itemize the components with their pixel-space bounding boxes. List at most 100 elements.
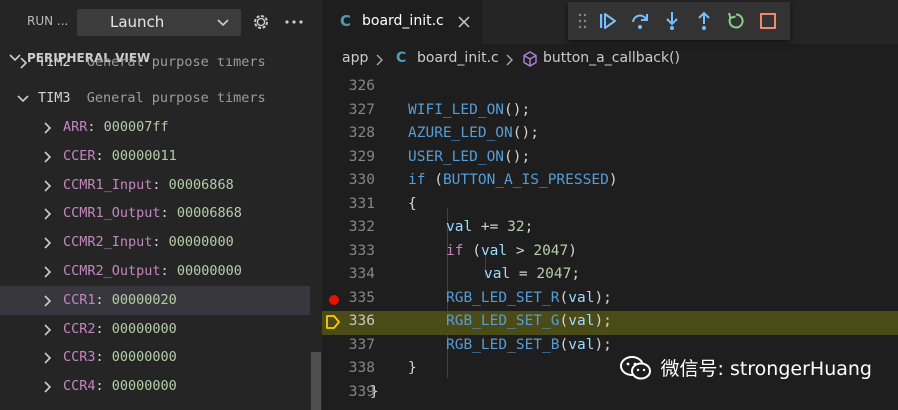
register-value: 000007ff bbox=[103, 119, 169, 135]
breadcrumb: app C board_init.c button_a_callback() bbox=[322, 44, 898, 74]
breadcrumb-folder[interactable]: app bbox=[342, 50, 368, 66]
line-number: 333 bbox=[348, 242, 375, 259]
breadcrumb-file[interactable]: board_init.c bbox=[417, 50, 499, 66]
code-line[interactable]: 329 USER_LED_ON(); bbox=[322, 147, 898, 171]
restart-icon[interactable] bbox=[726, 11, 746, 31]
code-text: val = 2047; bbox=[484, 266, 580, 282]
register-sep: : bbox=[87, 119, 104, 135]
chevron-right-icon bbox=[20, 58, 28, 69]
wechat-logo-icon bbox=[619, 355, 651, 379]
tree-item-tim3[interactable]: TIM3 General purpose timers bbox=[0, 84, 310, 113]
register-sep: : bbox=[152, 176, 169, 193]
code-line[interactable]: 336 RGB_LED_SET_G(val); bbox=[322, 311, 898, 335]
code-token: val bbox=[446, 219, 473, 235]
register-row[interactable]: CCR1: 00000020 bbox=[0, 285, 310, 315]
code-line[interactable]: 330 if (BUTTON_A_IS_PRESSED) bbox=[322, 170, 898, 194]
code-line[interactable]: 326 bbox=[322, 76, 898, 100]
chevron-right-icon bbox=[506, 54, 513, 66]
launch-config-select[interactable]: Launch bbox=[77, 9, 241, 36]
tab-label: board_init.c bbox=[362, 13, 444, 29]
code-token: ( bbox=[559, 289, 569, 306]
line-number: 335 bbox=[348, 289, 375, 306]
step-into-icon[interactable] bbox=[662, 11, 682, 31]
code-text: val += 32; bbox=[446, 219, 533, 235]
code-token: (); bbox=[504, 101, 531, 118]
register-value: 00000011 bbox=[111, 147, 177, 164]
chevron-right-icon bbox=[44, 208, 52, 220]
code-token: ( bbox=[463, 242, 481, 259]
chevron-down-icon bbox=[17, 95, 29, 103]
chevron-right-icon bbox=[44, 266, 52, 278]
line-number: 329 bbox=[348, 148, 375, 165]
register-name: CCR2 bbox=[63, 320, 96, 337]
register-sep: : bbox=[160, 205, 177, 222]
code-token: ( bbox=[559, 336, 569, 353]
line-number: 327 bbox=[348, 101, 375, 118]
code-line[interactable]: 339} bbox=[322, 382, 898, 406]
register-row[interactable]: CCMR1_Input: 00006868 bbox=[0, 171, 310, 200]
register-value: 00000020 bbox=[111, 291, 177, 308]
register-value: 00006868 bbox=[176, 205, 242, 222]
register-row[interactable]: ARR: 000007ff bbox=[0, 113, 310, 142]
register-row[interactable]: CCR4: 00000000 bbox=[0, 372, 310, 401]
line-number: 332 bbox=[348, 219, 375, 235]
gear-icon[interactable] bbox=[251, 12, 271, 32]
launch-config-label: Launch bbox=[110, 13, 165, 31]
register-value: 00000000 bbox=[168, 234, 234, 251]
sidebar-scrollbar[interactable] bbox=[311, 352, 321, 410]
tab-bar: C board_init.c bbox=[322, 0, 898, 44]
register-row[interactable]: CCER: 00000011 bbox=[0, 142, 310, 171]
register-row[interactable]: CCR2: 00000000 bbox=[0, 315, 310, 344]
tab-board-init-c[interactable]: C board_init.c bbox=[322, 0, 482, 44]
register-row[interactable]: CCR3: 00000000 bbox=[0, 343, 310, 372]
debug-toolbar bbox=[568, 2, 790, 40]
code-token: > bbox=[507, 242, 534, 259]
register-sep: : bbox=[95, 349, 112, 366]
register-row[interactable]: CCMR2_Input: 00000000 bbox=[0, 228, 310, 257]
code-token: ; bbox=[571, 266, 581, 282]
breadcrumb-symbol[interactable]: button_a_callback() bbox=[543, 50, 680, 66]
more-actions-icon[interactable] bbox=[284, 12, 304, 32]
line-number: 338 bbox=[348, 360, 375, 376]
c-file-icon: C bbox=[396, 50, 407, 66]
code-token: (); bbox=[504, 148, 531, 165]
register-sep: : bbox=[95, 147, 112, 164]
code-token: } bbox=[370, 383, 379, 400]
register-name: CCMR1_Output bbox=[63, 205, 161, 222]
register-row[interactable]: CCMR2_Output: 00000000 bbox=[0, 257, 310, 286]
register-sep: : bbox=[95, 378, 112, 395]
register-sep: : bbox=[152, 234, 169, 251]
code-line[interactable]: 332 val += 32; bbox=[322, 217, 898, 241]
code-token: val bbox=[568, 336, 595, 353]
c-file-icon: C bbox=[340, 12, 352, 30]
peripheral-desc: General purpose timers bbox=[86, 58, 266, 70]
chevron-down-icon[interactable] bbox=[216, 16, 230, 30]
register-name: ARR bbox=[63, 119, 88, 135]
code-token: ); bbox=[594, 336, 612, 353]
line-number: 339 bbox=[348, 383, 375, 400]
code-line[interactable]: 331 { bbox=[322, 194, 898, 218]
line-number: 337 bbox=[348, 336, 375, 353]
stop-icon[interactable] bbox=[758, 11, 778, 31]
chevron-right-icon bbox=[44, 352, 52, 364]
step-over-icon[interactable] bbox=[630, 11, 650, 31]
code-token: 2047 bbox=[536, 266, 572, 282]
register-name: CCR4 bbox=[63, 378, 96, 395]
code-line[interactable]: 334 val = 2047; bbox=[322, 264, 898, 288]
close-icon[interactable] bbox=[458, 16, 470, 28]
code-token: ( bbox=[559, 313, 569, 329]
code-token: ; bbox=[524, 219, 534, 235]
continue-icon[interactable] bbox=[598, 11, 618, 31]
code-line[interactable]: 328 AZURE_LED_ON(); bbox=[322, 123, 898, 147]
code-line[interactable]: 327 WIFI_LED_ON(); bbox=[322, 100, 898, 124]
step-out-icon[interactable] bbox=[694, 11, 714, 31]
code-line[interactable]: 333 if (val > 2047) bbox=[322, 241, 898, 265]
code-token: if bbox=[408, 172, 426, 188]
code-token: USER_LED_ON bbox=[408, 148, 505, 165]
tree-item-tim2[interactable]: TIM2 General purpose timers bbox=[0, 58, 310, 78]
code-line[interactable]: 335 RGB_LED_SET_R(val); bbox=[322, 288, 898, 312]
drag-grip-icon[interactable] bbox=[578, 12, 588, 30]
register-row[interactable]: CCMR1_Output: 00006868 bbox=[0, 199, 310, 228]
register-sep: : bbox=[95, 320, 112, 337]
watermark: 微信号: strongerHuang bbox=[619, 354, 872, 381]
